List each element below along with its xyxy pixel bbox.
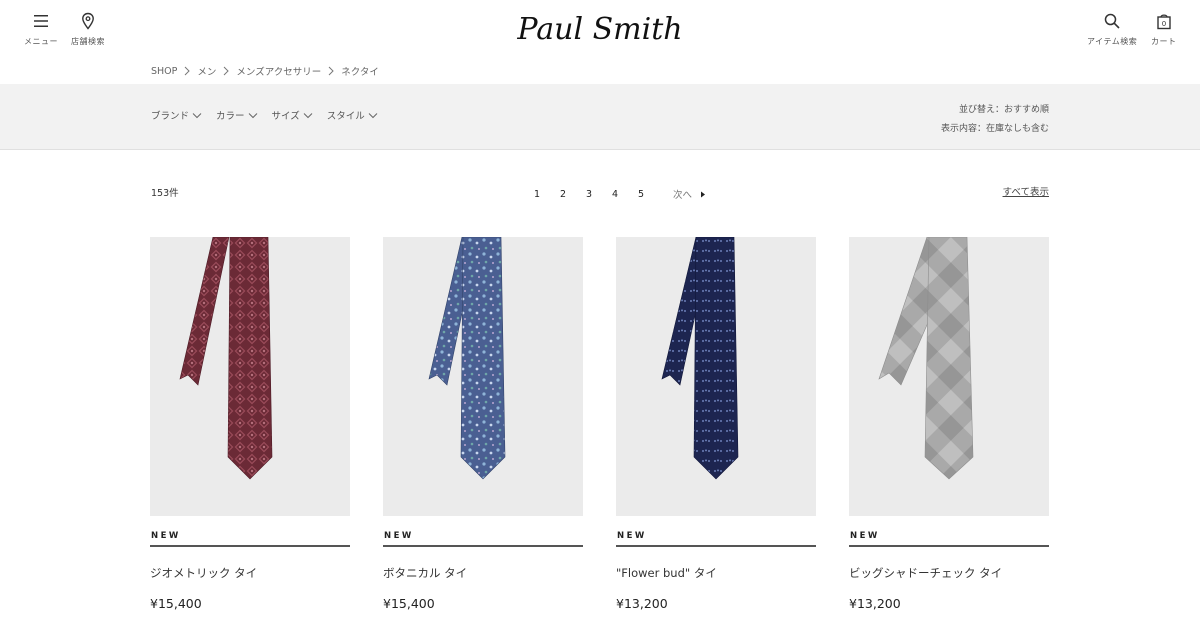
chevron-right-icon — [222, 66, 230, 76]
page-4-link[interactable]: 4 — [609, 189, 635, 200]
filter-size-label: サイズ — [271, 111, 300, 122]
product-image[interactable] — [150, 237, 350, 516]
product-price: ¥13,200 — [616, 596, 668, 611]
product-name[interactable]: ボタニカル タイ — [383, 565, 583, 581]
product-card[interactable]: NEW "Flower bud" タイ ¥13,200 — [616, 237, 816, 611]
shopping-bag-icon: 0 — [1157, 14, 1171, 30]
product-price: ¥15,400 — [150, 596, 202, 611]
pagination: 1 2 3 4 5 次へ — [531, 187, 706, 201]
menu-label: メニュー — [24, 37, 58, 46]
product-price: ¥13,200 — [849, 596, 901, 611]
site-header: メニュー 店舗検索 Paul Smith アイテム検索 0 カート — [0, 0, 1200, 62]
product-image[interactable] — [849, 237, 1049, 516]
filter-color[interactable]: カラー — [216, 108, 258, 122]
divider — [150, 545, 350, 547]
tie-image — [428, 237, 506, 480]
page-2-link[interactable]: 2 — [557, 189, 583, 200]
product-card[interactable]: NEW ボタニカル タイ ¥15,400 — [383, 237, 583, 611]
breadcrumb-mens-accessories[interactable]: メンズアクセサリー — [236, 64, 321, 78]
divider — [616, 545, 816, 547]
store-finder-label: 店舗検索 — [71, 37, 105, 46]
product-name[interactable]: ジオメトリック タイ — [150, 565, 350, 581]
filter-brand-label: ブランド — [151, 111, 190, 122]
filter-style[interactable]: スタイル — [327, 108, 378, 122]
page-5-link[interactable]: 5 — [635, 189, 661, 200]
location-pin-icon — [82, 12, 94, 30]
next-page-label: 次へ — [673, 190, 693, 201]
page-3-link[interactable]: 3 — [583, 189, 609, 200]
new-badge: NEW — [850, 531, 880, 541]
paul-smith-logo[interactable]: Paul Smith — [500, 8, 700, 52]
filter-brand[interactable]: ブランド — [151, 108, 202, 122]
chevron-right-icon — [327, 66, 335, 76]
chevron-down-icon — [248, 112, 257, 118]
filter-size[interactable]: サイズ — [272, 108, 313, 122]
result-count: 153件 — [151, 188, 179, 199]
tie-image — [179, 237, 273, 480]
hamburger-icon — [34, 15, 48, 27]
product-card[interactable]: NEW ジオメトリック タイ ¥15,400 — [150, 237, 350, 611]
product-card[interactable]: NEW ビッグシャドーチェック タイ ¥13,200 — [849, 237, 1049, 611]
menu-button[interactable]: メニュー — [24, 12, 58, 47]
filter-style-label: スタイル — [326, 111, 365, 122]
chevron-down-icon — [303, 112, 313, 118]
product-grid: NEW ジオメトリック タイ ¥15,400 NEW ボタニカル タイ ¥15,… — [150, 237, 1050, 630]
breadcrumb-ties: ネクタイ — [341, 67, 379, 78]
product-name[interactable]: "Flower bud" タイ — [616, 565, 816, 581]
next-page-link[interactable]: 次へ — [673, 187, 706, 201]
new-badge: NEW — [384, 531, 414, 541]
filter-color-label: カラー — [216, 111, 245, 122]
item-search-button[interactable]: アイテム検索 — [1087, 12, 1137, 47]
item-search-label: アイテム検索 — [1087, 37, 1138, 46]
cart-label: カート — [1151, 37, 1177, 46]
search-icon — [1104, 13, 1120, 29]
chevron-down-icon — [368, 112, 378, 118]
store-finder-button[interactable]: 店舗検索 — [71, 12, 105, 47]
display-selector[interactable]: 表示内容：在庫なしも含む — [941, 120, 1049, 139]
tie-image — [878, 237, 974, 480]
filter-bar: ブランド カラー サイズ スタイル 並び替え：おすすめ順 表示内容：在庫なしも含… — [0, 84, 1200, 150]
caret-right-icon — [701, 191, 706, 197]
chevron-right-icon — [183, 66, 191, 76]
product-image[interactable] — [616, 237, 816, 516]
breadcrumb-shop[interactable]: SHOP — [151, 66, 177, 77]
divider — [383, 545, 583, 547]
svg-text:0: 0 — [1162, 20, 1166, 28]
breadcrumb: SHOP メン メンズアクセサリー ネクタイ — [151, 64, 379, 79]
chevron-down-icon — [192, 112, 202, 118]
new-badge: NEW — [617, 531, 647, 541]
product-image[interactable] — [383, 237, 583, 516]
sort-selector[interactable]: 並び替え：おすすめ順 — [941, 101, 1049, 120]
page-1-link[interactable]: 1 — [531, 189, 557, 200]
new-badge: NEW — [151, 531, 181, 541]
svg-text:Paul Smith: Paul Smith — [516, 12, 682, 47]
filter-list: ブランド カラー サイズ スタイル — [151, 108, 378, 122]
product-price: ¥15,400 — [383, 596, 435, 611]
product-name[interactable]: ビッグシャドーチェック タイ — [849, 565, 1049, 581]
tie-image — [661, 237, 739, 480]
cart-button[interactable]: 0 カート — [1151, 12, 1177, 47]
divider — [849, 545, 1049, 547]
breadcrumb-men[interactable]: メン — [197, 64, 216, 78]
view-options: 並び替え：おすすめ順 表示内容：在庫なしも含む — [941, 101, 1049, 139]
show-all-link[interactable]: すべて表示 — [1003, 184, 1049, 198]
